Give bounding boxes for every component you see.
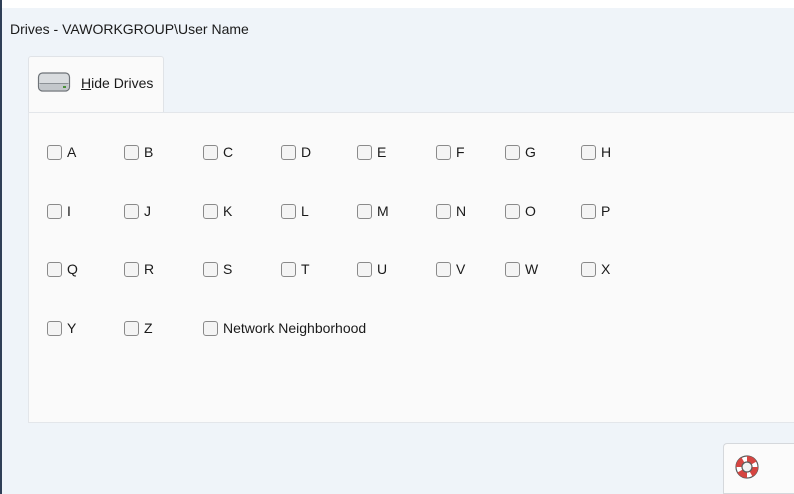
checkbox-box[interactable] (47, 261, 62, 277)
drive-checkbox-m[interactable]: M (357, 202, 389, 220)
checkbox-box[interactable] (47, 320, 62, 336)
checkbox-box[interactable] (505, 203, 520, 219)
checkbox-box[interactable] (281, 144, 296, 160)
drive-label: P (601, 203, 611, 219)
checkbox-box[interactable] (47, 203, 62, 219)
drive-label: E (377, 144, 387, 160)
checkbox-box[interactable] (505, 144, 520, 160)
lifebuoy-icon (735, 455, 759, 479)
drive-label: N (456, 203, 467, 219)
checkbox-box[interactable] (581, 261, 596, 277)
drive-label: T (301, 261, 310, 277)
drive-checkbox-x[interactable]: X (581, 260, 610, 278)
drive-checkbox-q[interactable]: Q (47, 260, 78, 278)
window-title: Drives - VAWORKGROUP\User Name (10, 21, 249, 37)
drive-label: W (525, 261, 539, 277)
help-button[interactable] (723, 443, 794, 494)
drive-checkbox-g[interactable]: G (505, 143, 536, 161)
drive-label: J (144, 203, 151, 219)
checkbox-box[interactable] (124, 320, 139, 336)
drive-label: X (601, 261, 611, 277)
drive-checkbox-e[interactable]: E (357, 143, 386, 161)
checkbox-box[interactable] (124, 203, 139, 219)
drive-checkbox-u[interactable]: U (357, 260, 387, 278)
drive-label: U (377, 261, 388, 277)
drive-label: I (67, 203, 71, 219)
drive-checkbox-c[interactable]: C (203, 143, 233, 161)
drive-label: D (301, 144, 312, 160)
network-neighborhood-checkbox[interactable]: Network Neighborhood (203, 319, 366, 337)
drive-checkbox-h[interactable]: H (581, 143, 611, 161)
checkbox-box[interactable] (124, 144, 139, 160)
tab-hide-drives[interactable]: Hide Drives (28, 56, 164, 113)
drive-checkbox-d[interactable]: D (281, 143, 311, 161)
drive-checkbox-a[interactable]: A (47, 143, 76, 161)
drive-icon (37, 72, 71, 92)
drive-checkbox-p[interactable]: P (581, 202, 610, 220)
drive-checkbox-k[interactable]: K (203, 202, 232, 220)
tab-strip: Hide Drives (28, 56, 794, 113)
drive-checkbox-l[interactable]: L (281, 202, 309, 220)
drive-label: L (301, 203, 309, 219)
checkbox-box[interactable] (357, 203, 372, 219)
drive-label: O (525, 203, 536, 219)
checkbox-box[interactable] (203, 144, 218, 160)
drive-label: C (223, 144, 234, 160)
drive-checkbox-z[interactable]: Z (124, 319, 153, 337)
drive-checkbox-o[interactable]: O (505, 202, 536, 220)
drive-checkbox-f[interactable]: F (436, 143, 465, 161)
checkbox-box[interactable] (124, 261, 139, 277)
checkbox-box[interactable] (436, 144, 451, 160)
tab-label-mnemonic: H (81, 75, 92, 91)
checkbox-box[interactable] (505, 261, 520, 277)
drive-checkbox-s[interactable]: S (203, 260, 232, 278)
network-neighborhood-label: Network Neighborhood (223, 320, 367, 336)
drive-label: B (144, 144, 154, 160)
drive-label: R (144, 261, 155, 277)
drive-label: V (456, 261, 466, 277)
drive-checkbox-j[interactable]: J (124, 202, 151, 220)
checkbox-box[interactable] (281, 203, 296, 219)
checkbox-box[interactable] (436, 203, 451, 219)
drive-label: H (601, 144, 612, 160)
drive-label: A (67, 144, 77, 160)
checkbox-box[interactable] (357, 261, 372, 277)
tab-label-rest: ide Drives (91, 75, 154, 91)
drive-checkbox-i[interactable]: I (47, 202, 71, 220)
checkbox-box[interactable] (203, 320, 218, 336)
drive-label: K (223, 203, 233, 219)
drive-checkbox-t[interactable]: T (281, 260, 310, 278)
checkbox-box[interactable] (436, 261, 451, 277)
checkbox-box[interactable] (581, 203, 596, 219)
checkbox-box[interactable] (203, 203, 218, 219)
drive-checkbox-r[interactable]: R (124, 260, 154, 278)
drive-checkbox-b[interactable]: B (124, 143, 153, 161)
drive-checkbox-n[interactable]: N (436, 202, 466, 220)
drive-label: S (223, 261, 233, 277)
drive-checkbox-y[interactable]: Y (47, 319, 76, 337)
tab-label: Hide Drives (81, 75, 153, 91)
checkbox-box[interactable] (581, 144, 596, 160)
drive-label: Y (67, 320, 77, 336)
title-bar[interactable]: Drives - VAWORKGROUP\User Name (2, 8, 794, 50)
drive-label: Z (144, 320, 153, 336)
checkbox-box[interactable] (281, 261, 296, 277)
drive-label: M (377, 203, 389, 219)
drive-checkbox-w[interactable]: W (505, 260, 538, 278)
drive-label: Q (67, 261, 78, 277)
drive-label: F (456, 144, 465, 160)
checkbox-box[interactable] (203, 261, 218, 277)
drive-label: G (525, 144, 536, 160)
checkbox-box[interactable] (357, 144, 372, 160)
checkbox-box[interactable] (47, 144, 62, 160)
drive-checkbox-v[interactable]: V (436, 260, 465, 278)
